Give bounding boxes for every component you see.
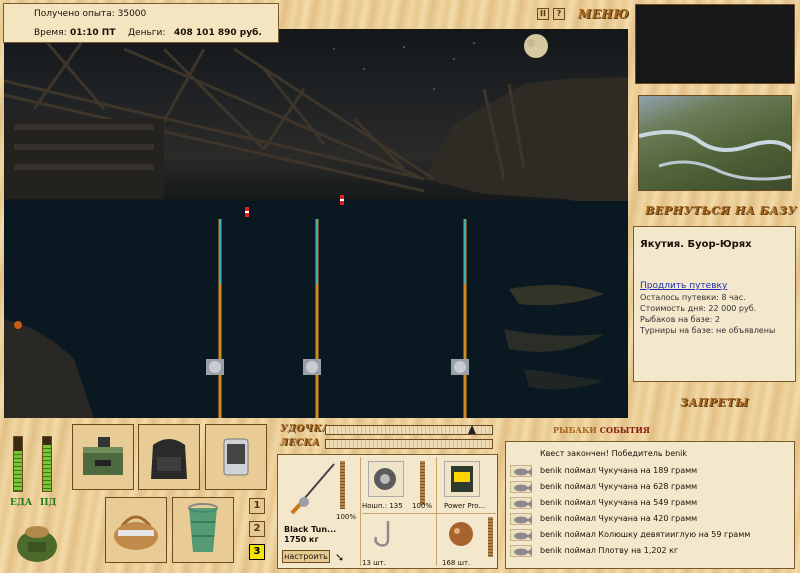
return-to-base-button[interactable]: ВЕРНУТЬСЯ НА БАЗУ [645,204,797,217]
pause-button[interactable]: II [537,8,549,20]
day-cost: Стоимость дня: 22 000 руб. [640,304,757,313]
bait-item[interactable] [444,517,480,553]
feed-entry: benik поймал Чукучана на 549 грамм [510,495,790,511]
rod-slot-3-button[interactable]: 3 [249,544,265,560]
phone-icon [223,438,249,476]
fishers-count: Рыбаков на базе: 2 [640,315,720,324]
reel-icon [374,468,396,490]
feed-entry: benik поймал Плотву на 1,202 кг [510,543,790,559]
fish-icon [510,529,532,541]
location-title: Якутия. Буор-Юрях [640,239,752,250]
bridge-pier [4,119,164,199]
rod-name: Black Tun... [284,525,337,534]
fish-icon [510,545,532,557]
reel-item[interactable] [368,461,404,497]
tackle-setup-panel: Black Tun... 1750 кг 100% настроить ➘ Но… [277,454,498,569]
rod-slot-2-button[interactable]: 2 [249,521,265,537]
backpack-icon [151,439,187,479]
fish-icon [510,497,532,509]
line-item[interactable] [444,461,480,497]
permit-remaining: Осталось путевки: 8 час. [640,293,746,302]
line-tension-bar [325,439,493,449]
help-button[interactable]: ? [553,8,565,20]
time-label: Время: [34,28,67,38]
picnic-basket-icon [114,515,158,550]
keepnet-icon [188,503,218,552]
hook-count: 13 шт. [362,559,386,567]
rod-condition-bar [340,461,345,509]
time-value: 01:10 ПТ [70,28,116,38]
line-label: ЛЕСКА [280,438,320,448]
feed-entry-text: benik поймал Колюшку девятииглую на 59 г… [540,530,751,539]
money-value: 408 101 890 руб. [174,28,262,38]
arrow-icon: ➘ [335,551,345,564]
keepnet-slot[interactable] [172,497,234,563]
tackle-box-icon [83,437,123,475]
fishing-scene[interactable] [4,29,628,418]
food-label: ЕДА [10,498,33,508]
money-label: Деньги: [128,28,166,38]
food-gauge [13,436,23,492]
backpack-slot[interactable] [138,424,200,490]
fish-icon [510,465,532,477]
bait-icon [449,522,473,546]
rod-capacity: 1750 кг [284,535,319,544]
tackle-box-slot[interactable] [72,424,134,490]
reel-condition-bar [420,461,425,505]
feed-entry: benik поймал Чукучана на 420 грамм [510,511,790,527]
feed-entry-text: benik поймал Чукучана на 189 грамм [540,466,698,475]
feed-tab-events[interactable]: СОБЫТИЯ [600,425,650,435]
bans-button[interactable]: ЗАПРЕТЫ [680,396,749,409]
hud-panel: Получено опыта: 35000 Время: 01:10 ПТ Де… [3,3,279,43]
feed-tab-fishers[interactable]: РЫБАКИ [553,425,597,435]
picnic-basket-slot[interactable] [105,497,167,563]
fish-icon [510,513,532,525]
phone-slot[interactable] [205,424,267,490]
stars [333,42,475,90]
reel-condition: 100% [412,502,433,510]
feed-entry-text: benik поймал Чукучана на 549 грамм [540,498,698,507]
lantern [14,321,22,329]
rod-icon [290,463,335,515]
bait-condition-bar [488,517,493,557]
hook-item[interactable] [368,517,404,553]
right-bank [424,77,628,209]
feed-entry-text: benik поймал Чукучана на 628 грамм [540,482,698,491]
info-display-box [635,4,795,84]
feed-entry: benik поймал Колюшку девятииглую на 59 г… [510,527,790,543]
feed-entry-text: benik поймал Чукучана на 420 грамм [540,514,698,523]
scene-art [4,34,628,418]
fish-icon [510,481,532,493]
tension-marker [468,425,476,434]
feed-entry: benik поймал Чукучана на 189 грамм [510,463,790,479]
extend-permit-link[interactable]: Продлить путевку [640,281,727,291]
feed-entry: benik поймал Чукучана на 628 грамм [510,479,790,495]
location-photo [638,95,792,191]
hook-icon [374,521,390,547]
bait-label: ПД [40,498,57,508]
menu-button[interactable]: МЕНЮ [578,7,629,21]
line-name: Power Pro... [444,502,486,510]
float-1 [245,207,249,217]
events-feed-panel: Квест закончен! Победитель benik benik п… [505,441,795,569]
feed-entry-text: benik поймал Плотву на 1,202 кг [540,546,679,555]
moon [524,34,548,58]
lure-count: 168 шт. [442,559,471,567]
feed-header: Квест закончен! Победитель benik [540,449,688,458]
bait-bag-icon[interactable] [14,516,60,564]
location-info-panel: Якутия. Буор-Юрях Продлить путевку Остал… [633,226,796,382]
rod-tension-bar [325,425,493,435]
float-2 [340,195,344,205]
tournaments-status: Турниры на базе: не объявлены [640,326,776,335]
setup-button[interactable]: настроить [282,550,330,563]
rod-label: УДОЧКА [280,424,330,434]
bait-gauge [42,436,52,492]
rod-condition: 100% [336,513,357,521]
line-spool-icon [451,466,473,492]
reel-name: Ношп.: 135 [362,502,403,510]
exp-value: 35000 [117,9,147,19]
exp-label: Получено опыта: [34,9,115,19]
rod-slot-1-button[interactable]: 1 [249,498,265,514]
